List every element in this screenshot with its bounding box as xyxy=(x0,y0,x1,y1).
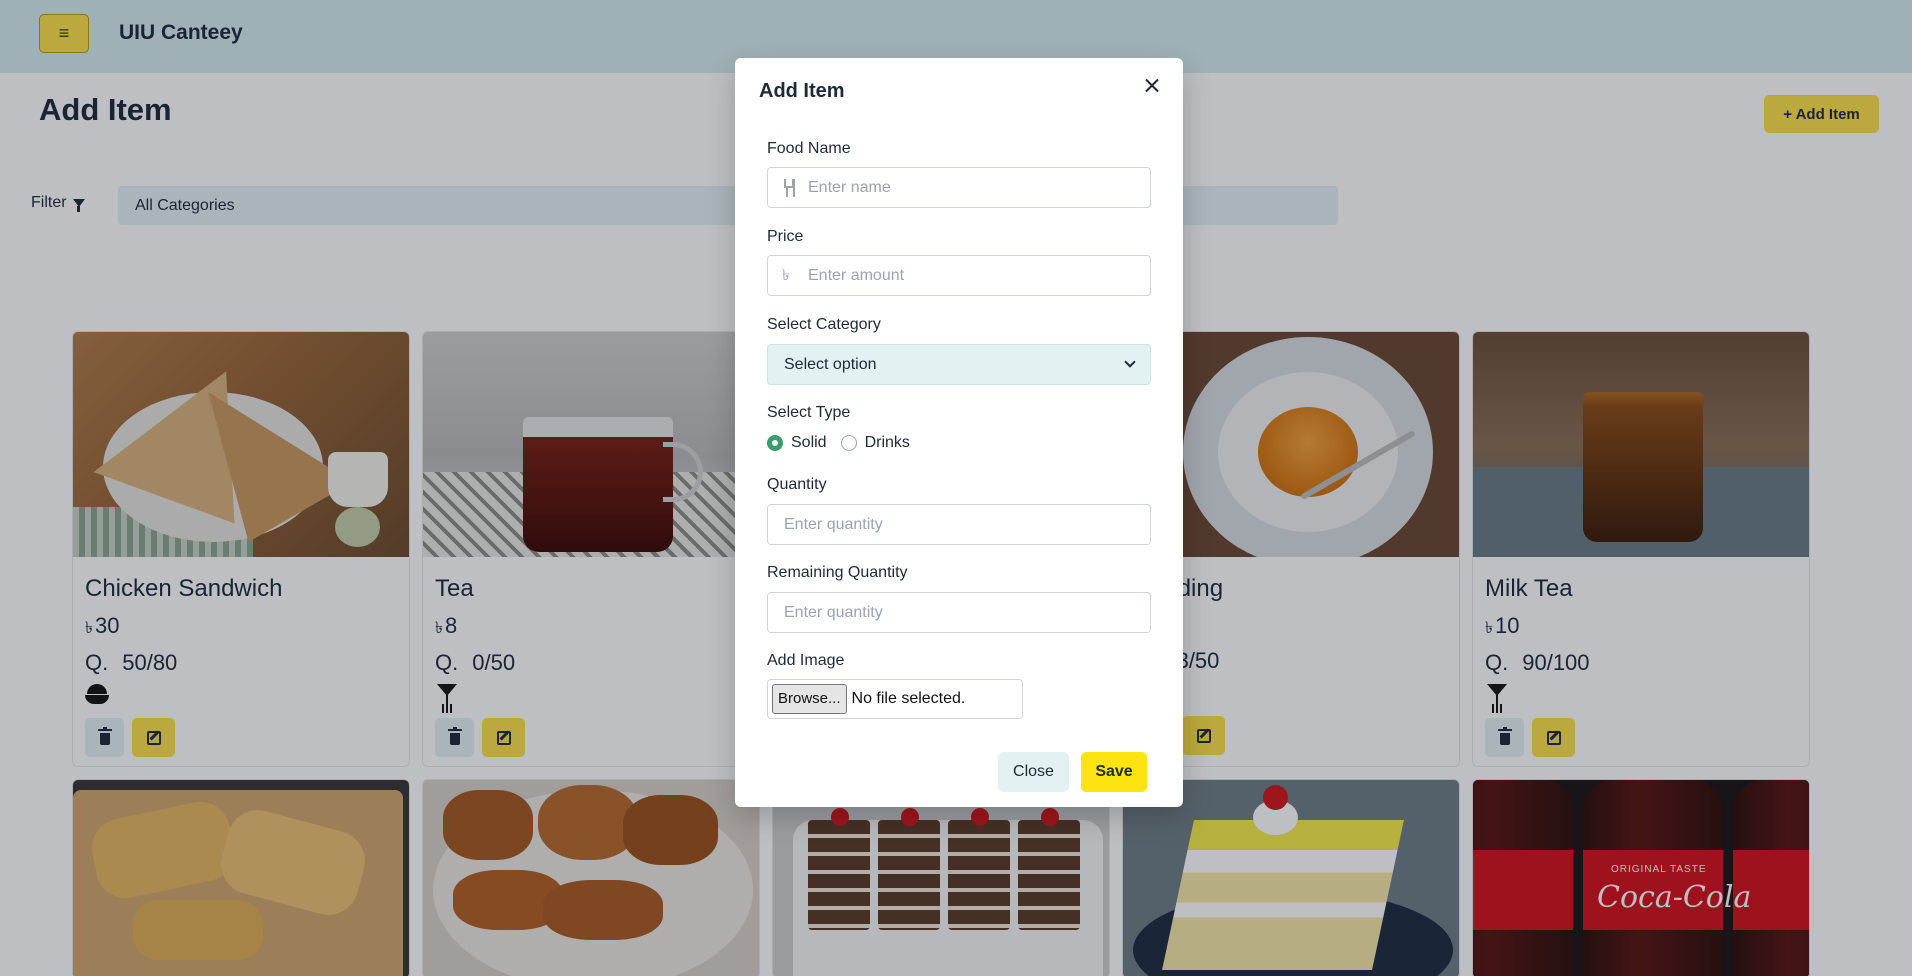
taka-icon: ৳ xyxy=(782,267,790,284)
save-button[interactable]: Save xyxy=(1081,752,1147,792)
food-name-label: Food Name xyxy=(767,140,851,157)
quantity-placeholder: Enter quantity xyxy=(784,516,883,533)
close-button[interactable]: Close xyxy=(998,752,1069,792)
food-name-input[interactable]: Enter name xyxy=(767,167,1151,208)
type-label: Select Type xyxy=(767,404,851,421)
file-status: No file selected. xyxy=(851,690,966,707)
remaining-quantity-label: Remaining Quantity xyxy=(767,564,908,581)
add-item-modal: Add Item Food Name Enter name Price ৳ En… xyxy=(735,58,1183,807)
image-file-input[interactable]: Browse... No file selected. xyxy=(767,679,1023,719)
add-image-label: Add Image xyxy=(767,652,845,669)
category-label: Select Category xyxy=(767,316,881,333)
price-input[interactable]: ৳ Enter amount xyxy=(767,255,1151,296)
quantity-label: Quantity xyxy=(767,476,827,493)
type-option-solid[interactable]: Solid xyxy=(767,434,827,452)
category-select-value: Select option xyxy=(784,356,877,373)
utensils-icon xyxy=(782,179,798,197)
close-icon[interactable] xyxy=(1140,74,1164,98)
browse-button[interactable]: Browse... xyxy=(772,684,847,714)
remaining-quantity-input[interactable]: Enter quantity xyxy=(767,592,1151,633)
radio-unchecked-icon[interactable] xyxy=(840,435,857,451)
category-select[interactable]: Select option xyxy=(767,344,1151,385)
quantity-input[interactable]: Enter quantity xyxy=(767,504,1151,545)
radio-checked-icon[interactable] xyxy=(767,435,783,451)
chevron-down-icon xyxy=(1124,356,1136,368)
price-label: Price xyxy=(767,228,804,245)
price-placeholder: Enter amount xyxy=(808,267,905,284)
type-option-label: Drinks xyxy=(864,434,910,451)
type-option-label: Solid xyxy=(791,434,827,451)
type-option-drinks[interactable]: Drinks xyxy=(840,434,910,452)
modal-title: Add Item xyxy=(759,80,845,102)
remaining-quantity-placeholder: Enter quantity xyxy=(784,604,883,621)
food-name-placeholder: Enter name xyxy=(808,179,891,196)
type-radio-group: Solid Drinks xyxy=(767,434,924,452)
